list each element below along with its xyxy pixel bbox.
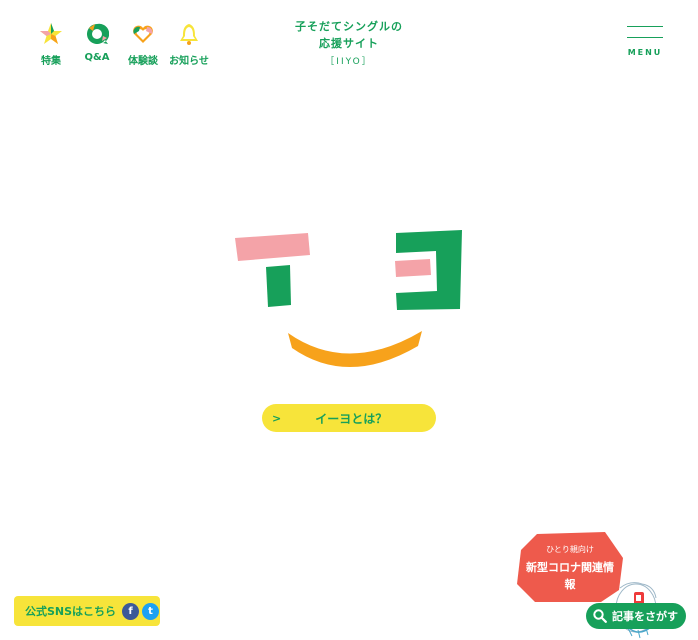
facebook-icon[interactable]: f — [122, 602, 140, 620]
star-icon — [40, 23, 62, 44]
qa-icon — [87, 23, 109, 44]
search-icon — [593, 609, 607, 623]
logo-pink-bar — [235, 233, 310, 261]
logo-pink-small — [395, 259, 431, 277]
nav-item-feature[interactable]: 特集 — [28, 22, 74, 67]
about-label: イーヨとは？ — [315, 411, 388, 426]
corona-small-label: ひとり親向け — [546, 545, 594, 554]
nav-label-qa: Q&A — [84, 52, 110, 63]
site-title-line1: 子そだてシングルの — [295, 20, 403, 33]
iiyo-logo — [235, 230, 462, 368]
about-iiyo-button[interactable]: > イーヨとは？ — [262, 404, 436, 432]
menu-button[interactable]: MENU — [627, 26, 663, 57]
search-label: 記事をさがす — [612, 610, 678, 623]
top-nav: 特集 Q&A 体験談 お知らせ — [28, 22, 212, 67]
corona-main-label: 新型コロナ関連情報 — [526, 561, 614, 591]
search-articles-button[interactable]: 記事をさがす — [586, 603, 686, 629]
nav-label-news: お知らせ — [169, 56, 209, 67]
logo-green-block — [266, 265, 291, 307]
nav-item-experience[interactable]: 体験談 — [120, 22, 166, 67]
menu-label: MENU — [627, 48, 663, 57]
corona-info-badge[interactable]: ひとり親向け 新型コロナ関連情報 — [517, 532, 623, 604]
nav-item-qa[interactable]: Q&A — [74, 22, 120, 67]
chevron-right-icon: > — [272, 411, 282, 425]
bell-icon — [180, 24, 198, 45]
site-title-line2: 応援サイト — [319, 37, 379, 50]
menu-bar-top — [627, 26, 663, 27]
nav-item-news[interactable]: お知らせ — [166, 22, 212, 67]
menu-bar-bottom — [627, 37, 663, 38]
site-title[interactable]: 子そだてシングルの 応援サイト ［IIYO］ — [295, 18, 403, 67]
sns-link[interactable]: 公式SNSはこちら f t — [14, 596, 160, 626]
nav-label-feature: 特集 — [41, 56, 61, 67]
site-subtitle: ［IIYO］ — [325, 57, 373, 67]
sns-label: 公式SNSはこちら — [25, 605, 117, 618]
logo-smile — [288, 331, 422, 368]
heart-icon — [133, 25, 153, 43]
twitter-icon[interactable]: t — [142, 602, 160, 620]
nav-label-experience: 体験談 — [128, 56, 158, 67]
